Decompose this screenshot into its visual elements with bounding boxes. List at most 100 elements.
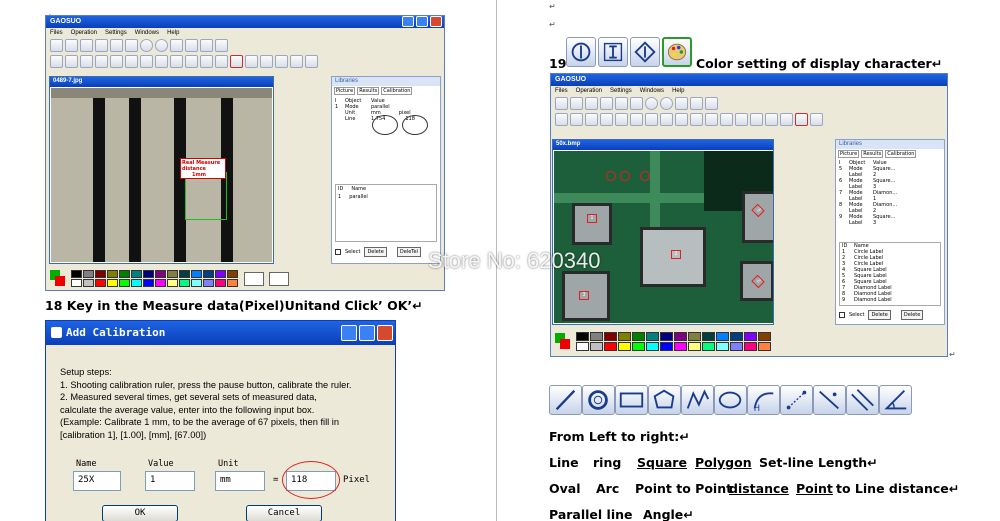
toolbar-button[interactable] bbox=[95, 39, 108, 52]
color-swatch[interactable] bbox=[191, 279, 202, 287]
color-swatch[interactable] bbox=[143, 270, 154, 278]
toolbar-button[interactable] bbox=[720, 113, 733, 126]
pause-button[interactable] bbox=[645, 97, 658, 110]
toolbar-button[interactable] bbox=[245, 55, 258, 68]
point-to-line-icon[interactable] bbox=[813, 385, 846, 415]
line-width-button[interactable] bbox=[269, 272, 289, 286]
maximize-button[interactable] bbox=[416, 16, 428, 27]
color-swatch[interactable] bbox=[203, 279, 214, 287]
palette-button[interactable] bbox=[305, 55, 318, 68]
color-swatch[interactable] bbox=[179, 270, 190, 278]
ring-tool-button[interactable] bbox=[570, 113, 583, 126]
toolbar-button[interactable] bbox=[630, 113, 643, 126]
color-swatch[interactable] bbox=[730, 342, 743, 351]
color-swatch[interactable] bbox=[674, 342, 687, 351]
line-tool-button[interactable] bbox=[555, 113, 568, 126]
menu-operation[interactable]: Operation bbox=[576, 88, 602, 94]
toolbar-button[interactable] bbox=[690, 113, 703, 126]
toolbar-button[interactable] bbox=[275, 55, 288, 68]
menu-operation[interactable]: Operation bbox=[71, 30, 97, 36]
toolbar-button[interactable] bbox=[95, 55, 108, 68]
ring-tool-button[interactable] bbox=[65, 55, 78, 68]
close-button[interactable] bbox=[430, 16, 442, 27]
stop-button[interactable] bbox=[155, 39, 168, 52]
toolbar-button[interactable] bbox=[735, 113, 748, 126]
color-swatch[interactable] bbox=[83, 270, 94, 278]
tab-calibration[interactable]: Calibration bbox=[885, 150, 917, 158]
bg-color[interactable] bbox=[55, 276, 65, 286]
select-checkbox[interactable] bbox=[335, 249, 341, 255]
delete-all-button[interactable]: DeleTel bbox=[396, 247, 421, 257]
toolbar-button[interactable] bbox=[110, 55, 123, 68]
color-swatch[interactable] bbox=[167, 270, 178, 278]
toolbar-button[interactable] bbox=[570, 97, 583, 110]
color-swatch[interactable] bbox=[618, 342, 631, 351]
color-swatch[interactable] bbox=[660, 342, 673, 351]
bg-color[interactable] bbox=[560, 339, 570, 349]
color-swatch[interactable] bbox=[119, 270, 130, 278]
color-swatch[interactable] bbox=[716, 342, 729, 351]
menu-help[interactable]: Help bbox=[672, 88, 684, 94]
oval-icon[interactable] bbox=[714, 385, 747, 415]
color-swatch[interactable] bbox=[179, 279, 190, 287]
toolbar-button[interactable] bbox=[600, 97, 613, 110]
color-swatch[interactable] bbox=[688, 342, 701, 351]
toolbar-button[interactable] bbox=[585, 113, 598, 126]
stop-button[interactable] bbox=[660, 97, 673, 110]
color-swatch[interactable] bbox=[646, 342, 659, 351]
toolbar-button[interactable] bbox=[125, 39, 138, 52]
toolbar-button[interactable] bbox=[615, 113, 628, 126]
toolbar-button[interactable] bbox=[645, 113, 658, 126]
color-swatch[interactable] bbox=[131, 279, 142, 287]
color-swatch[interactable] bbox=[83, 279, 94, 287]
color-swatch[interactable] bbox=[227, 270, 238, 278]
select-checkbox[interactable] bbox=[839, 312, 845, 318]
toolbar-button[interactable] bbox=[780, 113, 793, 126]
toolbar-button[interactable] bbox=[110, 39, 123, 52]
angle-icon[interactable] bbox=[879, 385, 912, 415]
color-swatch[interactable] bbox=[155, 270, 166, 278]
polygon-icon[interactable] bbox=[648, 385, 681, 415]
pause-button[interactable] bbox=[140, 39, 153, 52]
toolbar-button[interactable] bbox=[260, 55, 273, 68]
color-swatch[interactable] bbox=[203, 270, 214, 278]
toolbar-button[interactable] bbox=[765, 113, 778, 126]
color-swatch[interactable] bbox=[730, 332, 743, 341]
color-swatch[interactable] bbox=[227, 279, 238, 287]
color-swatch[interactable] bbox=[131, 270, 142, 278]
point-to-point-icon[interactable] bbox=[780, 385, 813, 415]
tab-results[interactable]: Results bbox=[357, 87, 380, 95]
dialog-close-button[interactable] bbox=[377, 325, 393, 341]
toolbar-button[interactable] bbox=[185, 39, 198, 52]
menu-settings[interactable]: Settings bbox=[610, 88, 632, 94]
color-swatch[interactable] bbox=[758, 342, 771, 351]
toolbar-button[interactable] bbox=[80, 39, 93, 52]
toolbar-button[interactable] bbox=[675, 113, 688, 126]
color-swatch[interactable] bbox=[702, 332, 715, 341]
name-field[interactable]: 25X bbox=[73, 471, 121, 491]
dialog-minimize-button[interactable] bbox=[341, 325, 357, 341]
color-swatch[interactable] bbox=[167, 279, 178, 287]
color-swatch[interactable] bbox=[632, 342, 645, 351]
color-swatch[interactable] bbox=[702, 342, 715, 351]
color-swatch[interactable] bbox=[744, 342, 757, 351]
toolbar-button[interactable] bbox=[155, 55, 168, 68]
color-swatch[interactable] bbox=[95, 270, 106, 278]
text-cursor-icon[interactable] bbox=[598, 37, 628, 67]
tab-picture[interactable]: Picture bbox=[838, 150, 860, 158]
color-swatch[interactable] bbox=[604, 332, 617, 341]
color-swatch[interactable] bbox=[71, 270, 82, 278]
toolbar-button[interactable] bbox=[170, 55, 183, 68]
tab-calibration[interactable]: Calibration bbox=[381, 87, 413, 95]
arc-icon[interactable]: H bbox=[747, 385, 780, 415]
toolbar-button[interactable] bbox=[705, 97, 718, 110]
toolbar-button[interactable] bbox=[215, 39, 228, 52]
color-swatch[interactable] bbox=[660, 332, 673, 341]
color-swatch[interactable] bbox=[107, 279, 118, 287]
set-line-icon[interactable] bbox=[681, 385, 714, 415]
dialog-maximize-button[interactable] bbox=[359, 325, 375, 341]
delete-all-button[interactable]: Delete bbox=[900, 310, 924, 320]
toolbar-button[interactable] bbox=[170, 39, 183, 52]
toolbar-button[interactable] bbox=[660, 113, 673, 126]
color-swatch[interactable] bbox=[215, 270, 226, 278]
